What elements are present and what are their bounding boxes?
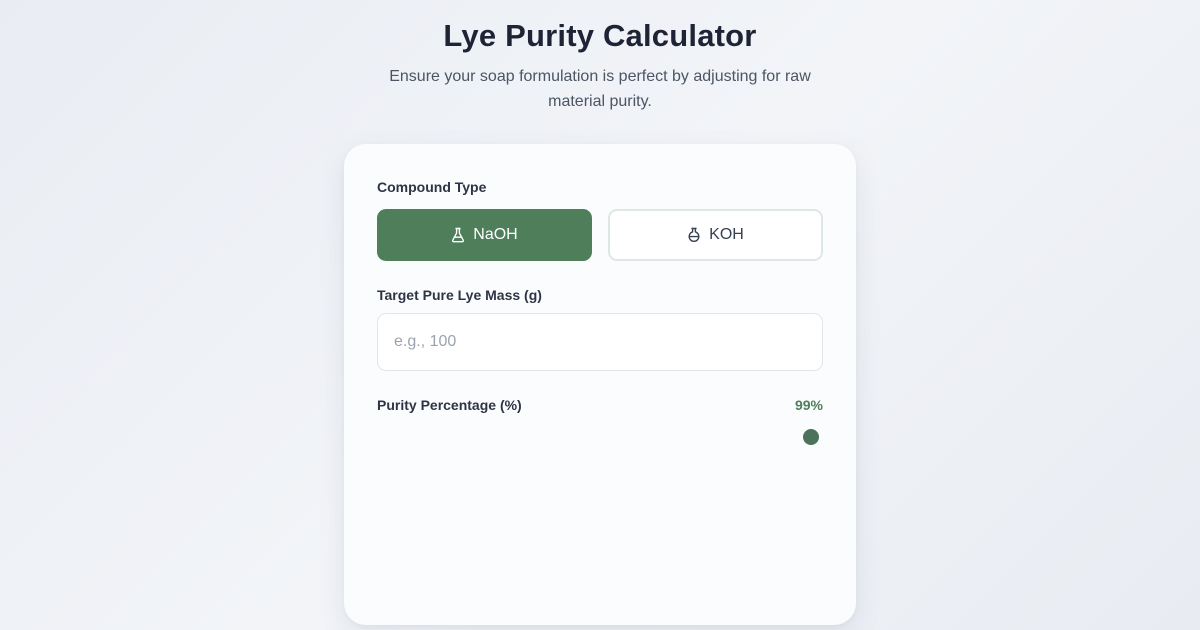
target-mass-input[interactable] [377,313,823,371]
purity-slider-thumb[interactable] [803,429,819,445]
purity-value-display: 99% [794,397,823,413]
compound-type-label: Compound Type [377,179,487,195]
naoh-button-label: NaOH [473,226,518,243]
beaker-icon [687,227,701,243]
page-subtitle: Ensure your soap formulation is perfect … [389,68,811,110]
target-mass-label: Target Pure Lye Mass (g) [377,287,542,303]
page-title: Lye Purity Calculator [443,18,757,53]
naoh-button[interactable]: NaOH [377,209,592,261]
calculator-card: Compound Type NaOH KOH Target Pure Lye M… [344,144,856,625]
koh-button-label: KOH [709,226,744,243]
flask-icon [451,227,465,243]
purity-slider-track[interactable] [377,434,823,440]
purity-percentage-label: Purity Percentage (%) [377,397,522,413]
koh-button[interactable]: KOH [608,209,823,261]
